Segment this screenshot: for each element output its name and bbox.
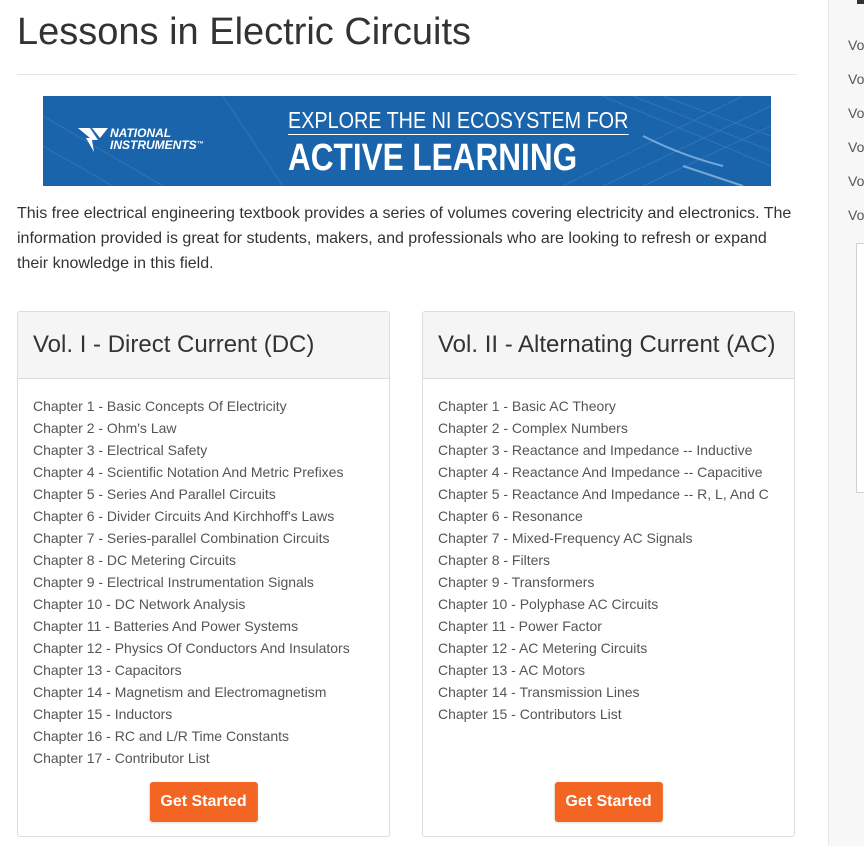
chapter-link[interactable]: Chapter 8 - DC Metering Circuits bbox=[33, 552, 236, 568]
title-divider bbox=[17, 74, 797, 75]
chapter-item: Chapter 10 - Polyphase AC Circuits bbox=[438, 593, 794, 615]
chapter-link[interactable]: Chapter 8 - Filters bbox=[438, 552, 550, 568]
get-started-button[interactable]: Get Started bbox=[554, 782, 663, 822]
chapter-link[interactable]: Chapter 14 - Transmission Lines bbox=[438, 684, 640, 700]
chapter-link[interactable]: Chapter 12 - Physics Of Conductors And I… bbox=[33, 640, 350, 656]
chapter-link[interactable]: Chapter 7 - Series-parallel Combination … bbox=[33, 530, 329, 546]
chapter-link[interactable]: Chapter 3 - Electrical Safety bbox=[33, 442, 207, 458]
chapter-item: Chapter 6 - Divider Circuits And Kirchho… bbox=[33, 505, 389, 527]
chapter-link[interactable]: Chapter 11 - Power Factor bbox=[438, 618, 602, 634]
ni-logo-tm: ™ bbox=[196, 141, 204, 148]
chapter-item: Chapter 5 - Reactance And Impedance -- R… bbox=[438, 483, 794, 505]
sidebar-heading-cutoff bbox=[857, 0, 864, 4]
chapter-item: Chapter 17 - Contributor List bbox=[33, 747, 389, 769]
chapter-link[interactable]: Chapter 2 - Ohm's Law bbox=[33, 420, 177, 436]
sidebar-item[interactable]: Vo bbox=[848, 62, 864, 96]
chapter-link[interactable]: Chapter 4 - Reactance And Impedance -- C… bbox=[438, 464, 763, 480]
chapter-link[interactable]: Chapter 9 - Transformers bbox=[438, 574, 594, 590]
chapter-link[interactable]: Chapter 4 - Scientific Notation And Metr… bbox=[33, 464, 343, 480]
page-title: Lessons in Electric Circuits bbox=[17, 11, 472, 53]
chapter-link[interactable]: Chapter 17 - Contributor List bbox=[33, 750, 210, 766]
chapter-item: Chapter 3 - Reactance and Impedance -- I… bbox=[438, 439, 794, 461]
intro-paragraph: This free electrical engineering textboo… bbox=[17, 205, 792, 272]
chapter-link[interactable]: Chapter 14 - Magnetism and Electromagnet… bbox=[33, 684, 326, 700]
chapter-item: Chapter 15 - Inductors bbox=[33, 703, 389, 725]
sidebar-item[interactable]: Vo bbox=[848, 130, 864, 164]
chapter-item: Chapter 2 - Complex Numbers bbox=[438, 417, 794, 439]
chapter-list: Chapter 1 - Basic Concepts Of Electricit… bbox=[18, 379, 389, 769]
chapter-item: Chapter 11 - Power Factor bbox=[438, 615, 794, 637]
sidebar-volume-list: Vo Vo Vo Vo Vo Vo bbox=[848, 28, 864, 232]
ni-ad-banner[interactable]: NATIONAL INSTRUMENTS™ EXPLORE THE NI ECO… bbox=[43, 96, 771, 186]
chapter-link[interactable]: Chapter 11 - Batteries And Power Systems bbox=[33, 618, 298, 634]
chapter-link[interactable]: Chapter 6 - Resonance bbox=[438, 508, 583, 524]
chapter-link[interactable]: Chapter 3 - Reactance and Impedance -- I… bbox=[438, 442, 752, 458]
chapter-item: Chapter 11 - Batteries And Power Systems bbox=[33, 615, 389, 637]
sidebar-item[interactable]: Vo bbox=[848, 28, 864, 62]
chapter-link[interactable]: Chapter 1 - Basic AC Theory bbox=[438, 398, 616, 414]
chapter-item: Chapter 4 - Scientific Notation And Metr… bbox=[33, 461, 389, 483]
sidebar-item[interactable]: Vo bbox=[848, 164, 864, 198]
ni-logo-line2: INSTRUMENTS bbox=[110, 138, 197, 152]
chapter-item: Chapter 8 - DC Metering Circuits bbox=[33, 549, 389, 571]
chapter-item: Chapter 9 - Transformers bbox=[438, 571, 794, 593]
chapter-item: Chapter 13 - AC Motors bbox=[438, 659, 794, 681]
chapter-item: Chapter 7 - Series-parallel Combination … bbox=[33, 527, 389, 549]
chapter-item: Chapter 15 - Contributors List bbox=[438, 703, 794, 725]
chapter-item: Chapter 10 - DC Network Analysis bbox=[33, 593, 389, 615]
chapter-item: Chapter 7 - Mixed-Frequency AC Signals bbox=[438, 527, 794, 549]
chapter-item: Chapter 3 - Electrical Safety bbox=[33, 439, 389, 461]
chapter-item: Chapter 5 - Series And Parallel Circuits bbox=[33, 483, 389, 505]
ni-logo-text: NATIONAL INSTRUMENTS™ bbox=[110, 127, 204, 151]
chapter-item: Chapter 9 - Electrical Instrumentation S… bbox=[33, 571, 389, 593]
chapter-item: Chapter 4 - Reactance And Impedance -- C… bbox=[438, 461, 794, 483]
chapter-link[interactable]: Chapter 2 - Complex Numbers bbox=[438, 420, 628, 436]
national-instruments-logo: NATIONAL INSTRUMENTS™ bbox=[76, 124, 216, 158]
volume-title: Vol. I - Direct Current (DC) bbox=[33, 331, 315, 358]
get-started-button[interactable]: Get Started bbox=[149, 782, 258, 822]
volume-card-ac: Vol. II - Alternating Current (AC) Chapt… bbox=[422, 311, 795, 837]
chapter-link[interactable]: Chapter 12 - AC Metering Circuits bbox=[438, 640, 647, 656]
chapter-item: Chapter 2 - Ohm's Law bbox=[33, 417, 389, 439]
chapter-link[interactable]: Chapter 9 - Electrical Instrumentation S… bbox=[33, 574, 314, 590]
banner-headline: EXPLORE THE NI ECOSYSTEM FOR bbox=[288, 107, 629, 135]
chapter-item: Chapter 14 - Magnetism and Electromagnet… bbox=[33, 681, 389, 703]
chapter-link[interactable]: Chapter 1 - Basic Concepts Of Electricit… bbox=[33, 398, 287, 414]
card-header: Vol. II - Alternating Current (AC) bbox=[423, 312, 794, 379]
chapter-item: Chapter 6 - Resonance bbox=[438, 505, 794, 527]
sidebar-item[interactable]: Vo bbox=[848, 198, 864, 232]
main-content: Lessons in Electric Circuits NATIONAL IN… bbox=[0, 0, 828, 846]
volume-card-dc: Vol. I - Direct Current (DC) Chapter 1 -… bbox=[17, 311, 390, 837]
chapter-link[interactable]: Chapter 15 - Inductors bbox=[33, 706, 172, 722]
sidebar-widget-box bbox=[856, 243, 864, 493]
chapter-link[interactable]: Chapter 13 - AC Motors bbox=[438, 662, 585, 678]
right-sidebar: Vo Vo Vo Vo Vo Vo bbox=[828, 0, 864, 846]
chapter-item: Chapter 1 - Basic AC Theory bbox=[438, 395, 794, 417]
chapter-link[interactable]: Chapter 10 - DC Network Analysis bbox=[33, 596, 245, 612]
chapter-link[interactable]: Chapter 5 - Series And Parallel Circuits bbox=[33, 486, 276, 502]
chapter-item: Chapter 14 - Transmission Lines bbox=[438, 681, 794, 703]
sidebar-item[interactable]: Vo bbox=[848, 96, 864, 130]
chapter-link[interactable]: Chapter 10 - Polyphase AC Circuits bbox=[438, 596, 658, 612]
chapter-item: Chapter 8 - Filters bbox=[438, 549, 794, 571]
chapter-item: Chapter 16 - RC and L/R Time Constants bbox=[33, 725, 389, 747]
banner-subheadline: ACTIVE LEARNING bbox=[288, 137, 578, 179]
volume-title: Vol. II - Alternating Current (AC) bbox=[438, 331, 776, 358]
chapter-link[interactable]: Chapter 7 - Mixed-Frequency AC Signals bbox=[438, 530, 692, 546]
ni-eagle-icon bbox=[78, 128, 108, 152]
chapter-link[interactable]: Chapter 16 - RC and L/R Time Constants bbox=[33, 728, 289, 744]
chapter-link[interactable]: Chapter 6 - Divider Circuits And Kirchho… bbox=[33, 508, 334, 524]
chapter-item: Chapter 13 - Capacitors bbox=[33, 659, 389, 681]
chapter-link[interactable]: Chapter 15 - Contributors List bbox=[438, 706, 622, 722]
chapter-item: Chapter 12 - AC Metering Circuits bbox=[438, 637, 794, 659]
chapter-item: Chapter 1 - Basic Concepts Of Electricit… bbox=[33, 395, 389, 417]
card-header: Vol. I - Direct Current (DC) bbox=[18, 312, 389, 379]
chapter-link[interactable]: Chapter 13 - Capacitors bbox=[33, 662, 182, 678]
chapter-link[interactable]: Chapter 5 - Reactance And Impedance -- R… bbox=[438, 486, 769, 502]
chapter-item: Chapter 12 - Physics Of Conductors And I… bbox=[33, 637, 389, 659]
chapter-list: Chapter 1 - Basic AC Theory Chapter 2 - C… bbox=[423, 379, 794, 725]
